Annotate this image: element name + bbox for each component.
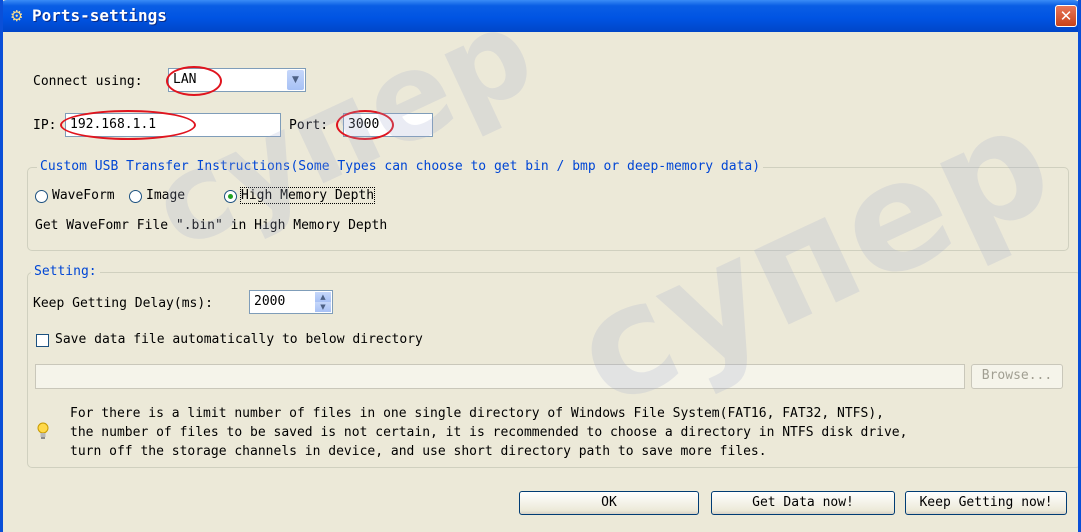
delay-value: 2000 bbox=[254, 294, 286, 309]
close-button[interactable]: ✕ bbox=[1055, 5, 1077, 27]
title-bar[interactable]: ⚙ Ports-settings ✕ bbox=[3, 0, 1078, 32]
annotation-circle-lan bbox=[166, 66, 222, 96]
chevron-down-icon[interactable]: ▼ bbox=[287, 70, 304, 90]
connect-using-label: Connect using: bbox=[33, 74, 143, 89]
image-label[interactable]: Image bbox=[146, 188, 185, 203]
usb-transfer-legend: Custom USB Transfer Instructions(Some Ty… bbox=[37, 159, 764, 174]
directory-input[interactable] bbox=[35, 364, 965, 389]
ip-label: IP: bbox=[33, 118, 57, 133]
get-data-now-button[interactable]: Get Data now! bbox=[711, 491, 895, 515]
keep-getting-now-button[interactable]: Keep Getting now! bbox=[905, 491, 1067, 515]
note-line-1: For there is a limit number of files in … bbox=[70, 406, 884, 421]
waveform-label[interactable]: WaveForm bbox=[52, 188, 115, 203]
high-memory-depth-label[interactable]: High Memory Depth bbox=[239, 187, 376, 204]
delay-label: Keep Getting Delay(ms): bbox=[33, 296, 214, 311]
ports-settings-dialog: ⚙ Ports-settings ✕ Connect using: LAN ▼ … bbox=[0, 0, 1081, 532]
spin-down-icon[interactable]: ▼ bbox=[315, 302, 331, 312]
high-memory-depth-radio[interactable] bbox=[224, 190, 237, 203]
save-data-checkbox[interactable] bbox=[36, 334, 49, 347]
annotation-circle-port bbox=[336, 110, 394, 140]
ok-button[interactable]: OK bbox=[519, 491, 699, 515]
note-line-3: turn off the storage channels in device,… bbox=[70, 444, 767, 459]
waveform-radio[interactable] bbox=[35, 190, 48, 203]
annotation-circle-ip bbox=[60, 110, 196, 140]
port-label: Port: bbox=[289, 118, 329, 133]
delay-input[interactable]: 2000 ▲ ▼ bbox=[249, 290, 333, 314]
note-line-2: the number of files to be saved is not c… bbox=[70, 425, 908, 440]
usb-transfer-group bbox=[27, 167, 1069, 251]
browse-button[interactable]: Browse... bbox=[971, 364, 1063, 389]
spin-up-icon[interactable]: ▲ bbox=[315, 292, 331, 302]
close-icon: ✕ bbox=[1059, 7, 1073, 25]
gears-icon: ⚙ bbox=[10, 7, 24, 25]
image-radio[interactable] bbox=[129, 190, 142, 203]
usb-description: Get WaveFomr File ".bin" in High Memory … bbox=[35, 218, 388, 233]
setting-legend: Setting: bbox=[31, 264, 100, 279]
window-title: Ports-settings bbox=[32, 6, 167, 25]
lightbulb-icon bbox=[37, 422, 49, 439]
save-data-label[interactable]: Save data file automatically to below di… bbox=[55, 332, 423, 347]
